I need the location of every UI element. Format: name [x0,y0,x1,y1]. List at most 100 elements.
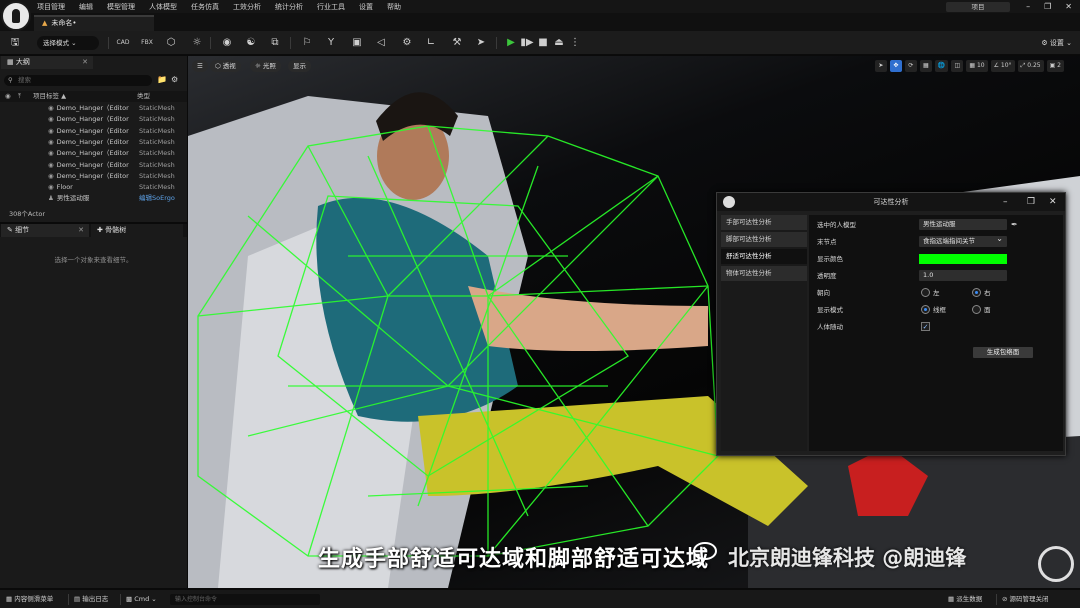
menu-project[interactable]: 项目管理 [37,2,65,12]
tab-skeleton-tree[interactable]: ✚ 骨骼树 [91,224,183,237]
stop-icon[interactable]: ■ [536,36,550,50]
source-control-button[interactable]: ⊘ 源码管理关闭 [1002,590,1049,608]
minimize-icon[interactable]: – [1003,193,1008,211]
display-face-radio[interactable] [972,305,981,314]
view-angle-icon[interactable]: ◁ [374,36,388,50]
minimize-icon[interactable]: – [1026,2,1030,11]
walk-icon[interactable]: ⚐ [300,36,314,50]
outliner-row[interactable]: ♟ 男性运动服 编辑SoErgo [0,193,180,204]
reach-icon[interactable]: Y [324,36,338,50]
settings-button[interactable]: ⚙ 设置 ⌄ [1041,36,1072,50]
camera-speed-button[interactable]: ▣ 2 [1046,60,1064,72]
content-drawer-button[interactable]: ▦ 内容侧滑菜单 [6,590,53,608]
outliner-row-label: Demo_Hanger（Editor [56,104,129,112]
menu-industry-tools[interactable]: 行业工具 [317,2,345,12]
derived-data-button[interactable]: ▦ 派生数据 [948,590,982,608]
output-log-button[interactable]: ▤ 输出日志 [74,590,108,608]
scale-tool-icon[interactable]: ▦ [919,60,932,72]
eyedropper-icon[interactable]: ✒ [1011,219,1018,230]
measure-icon[interactable]: ∟ [424,36,438,50]
scale-snap-button[interactable]: ⤢ 0.25 [1017,60,1044,72]
menu-edit[interactable]: 编辑 [79,2,93,12]
viewport-menu-icon[interactable]: ☰ [192,60,208,72]
sidebar-item-foot-reach[interactable]: 脚部可达性分析 [721,232,807,247]
show-button[interactable]: 显示 [288,60,311,72]
more-options-icon[interactable]: ⋮ [568,36,582,50]
outliner-tab[interactable]: ▦ 大纲 ✕ [1,56,93,69]
outliner-row[interactable]: ◉ Floor StaticMesh [0,182,180,193]
menu-human-model[interactable]: 人体模型 [149,2,177,12]
fbx-import-icon[interactable]: FBX [140,36,154,50]
opacity-input[interactable]: 1.0 [919,270,1007,281]
eject-icon[interactable]: ⏏ [552,36,566,50]
save-icon[interactable]: 🖫 [8,36,22,50]
document-tab[interactable]: ▲ 未命名• [34,15,154,31]
select-mode-dropdown[interactable]: 选择模式 ⌄ [37,36,99,50]
sidebar-item-comfort-reach[interactable]: 舒适可达性分析 [721,249,807,264]
side-right-radio[interactable] [972,288,981,297]
close-icon[interactable]: ✕ [1049,193,1057,211]
cube-icon[interactable]: ⬡ [164,36,178,50]
model-field[interactable]: 男性运动服 [919,219,1007,230]
menu-help[interactable]: 帮助 [387,2,401,12]
color-swatch[interactable] [919,254,1007,264]
outliner-row[interactable]: ◉ Demo_Hanger（Editor StaticMesh [0,148,180,159]
clamp-icon[interactable]: ▣ [350,36,364,50]
select-tool-icon[interactable]: ➤ [874,60,887,72]
pin-icon[interactable]: ⤒ [18,91,21,102]
app-logo-icon[interactable] [1,1,31,31]
outliner-row[interactable]: ◉ Demo_Hanger（Editor StaticMesh [0,160,180,171]
outliner-row[interactable]: ◉ Demo_Hanger（Editor StaticMesh [0,103,180,114]
menu-statistics[interactable]: 统计分析 [275,2,303,12]
rotation-snap-button[interactable]: ∠ 10° [990,60,1015,72]
world-space-icon[interactable]: 🌐 [934,60,949,72]
outliner-row[interactable]: ◉ Demo_Hanger（Editor StaticMesh [0,171,180,182]
lit-mode-button[interactable]: ☼ 光照 [250,60,281,72]
display-wire-radio[interactable] [921,305,930,314]
end-node-dropdown[interactable]: 食指远端指间关节 [919,236,1007,247]
cmd-dropdown[interactable]: ▩ Cmd ⌄ [126,590,157,608]
tab-details[interactable]: ✎ 细节 ✕ [1,224,89,237]
surface-snap-icon[interactable]: ◫ [951,60,964,72]
tools-icon[interactable]: ⚒ [450,36,464,50]
close-icon[interactable]: ✕ [78,224,84,237]
side-left-radio[interactable] [921,288,930,297]
human-head-icon[interactable]: ◉ [220,36,234,50]
grid-snap-button[interactable]: ▦ 10 [966,60,988,72]
menu-model-manage[interactable]: 模型管理 [107,2,135,12]
column-type-header[interactable]: 类型 [137,91,150,102]
outliner-row[interactable]: ◉ Demo_Hanger（Editor StaticMesh [0,114,180,125]
step-icon[interactable]: ▮▶ [520,36,534,50]
outliner-row[interactable]: ◉ Demo_Hanger（Editor StaticMesh [0,126,180,137]
rotate-tool-icon[interactable]: ⟳ [904,60,917,72]
follow-checkbox[interactable]: ✓ [921,322,930,331]
add-folder-icon[interactable]: 📁 [157,75,167,84]
gear-icon[interactable]: ⚙ [171,75,178,84]
maximize-icon[interactable]: ❐ [1027,193,1035,211]
maximize-icon[interactable]: ❐ [1044,2,1051,11]
close-icon[interactable]: ✕ [1065,2,1072,11]
move-tool-icon[interactable]: ✥ [889,60,902,72]
console-command-input[interactable]: 输入控制台命令 [170,594,320,605]
project-button[interactable]: 项目 [946,2,1010,12]
play-icon[interactable]: ▶ [504,36,518,50]
visibility-eye-icon[interactable]: ◉ [5,91,11,102]
column-label-header[interactable]: 项目标签 ▲ [33,91,66,102]
menu-ergonomics[interactable]: 工效分析 [233,2,261,12]
window-title-bar[interactable]: 可达性分析 – ❐ ✕ [717,193,1065,211]
outliner-search-input[interactable]: ⚲ 搜索 [4,75,152,86]
close-icon[interactable]: ✕ [82,56,88,69]
generate-envelope-button[interactable]: 生成包络面 [973,347,1033,358]
perspective-button[interactable]: ⬡ 透视 [210,60,241,72]
outliner-row[interactable]: ◉ Demo_Hanger（Editor StaticMesh [0,137,180,148]
send-icon[interactable]: ➤ [474,36,488,50]
light-icon[interactable]: ☼ [190,36,204,50]
cad-import-icon[interactable]: CAD [116,36,130,50]
human-posture-icon[interactable]: ☯ [244,36,258,50]
menu-task-sim[interactable]: 任务仿真 [191,2,219,12]
sidebar-item-hand-reach[interactable]: 手部可达性分析 [721,215,807,230]
transform-icon[interactable]: ⧉ [268,36,282,50]
menu-settings[interactable]: 设置 [359,2,373,12]
steering-icon[interactable]: ⚙ [400,36,414,50]
sidebar-item-object-reach[interactable]: 物体可达性分析 [721,266,807,281]
